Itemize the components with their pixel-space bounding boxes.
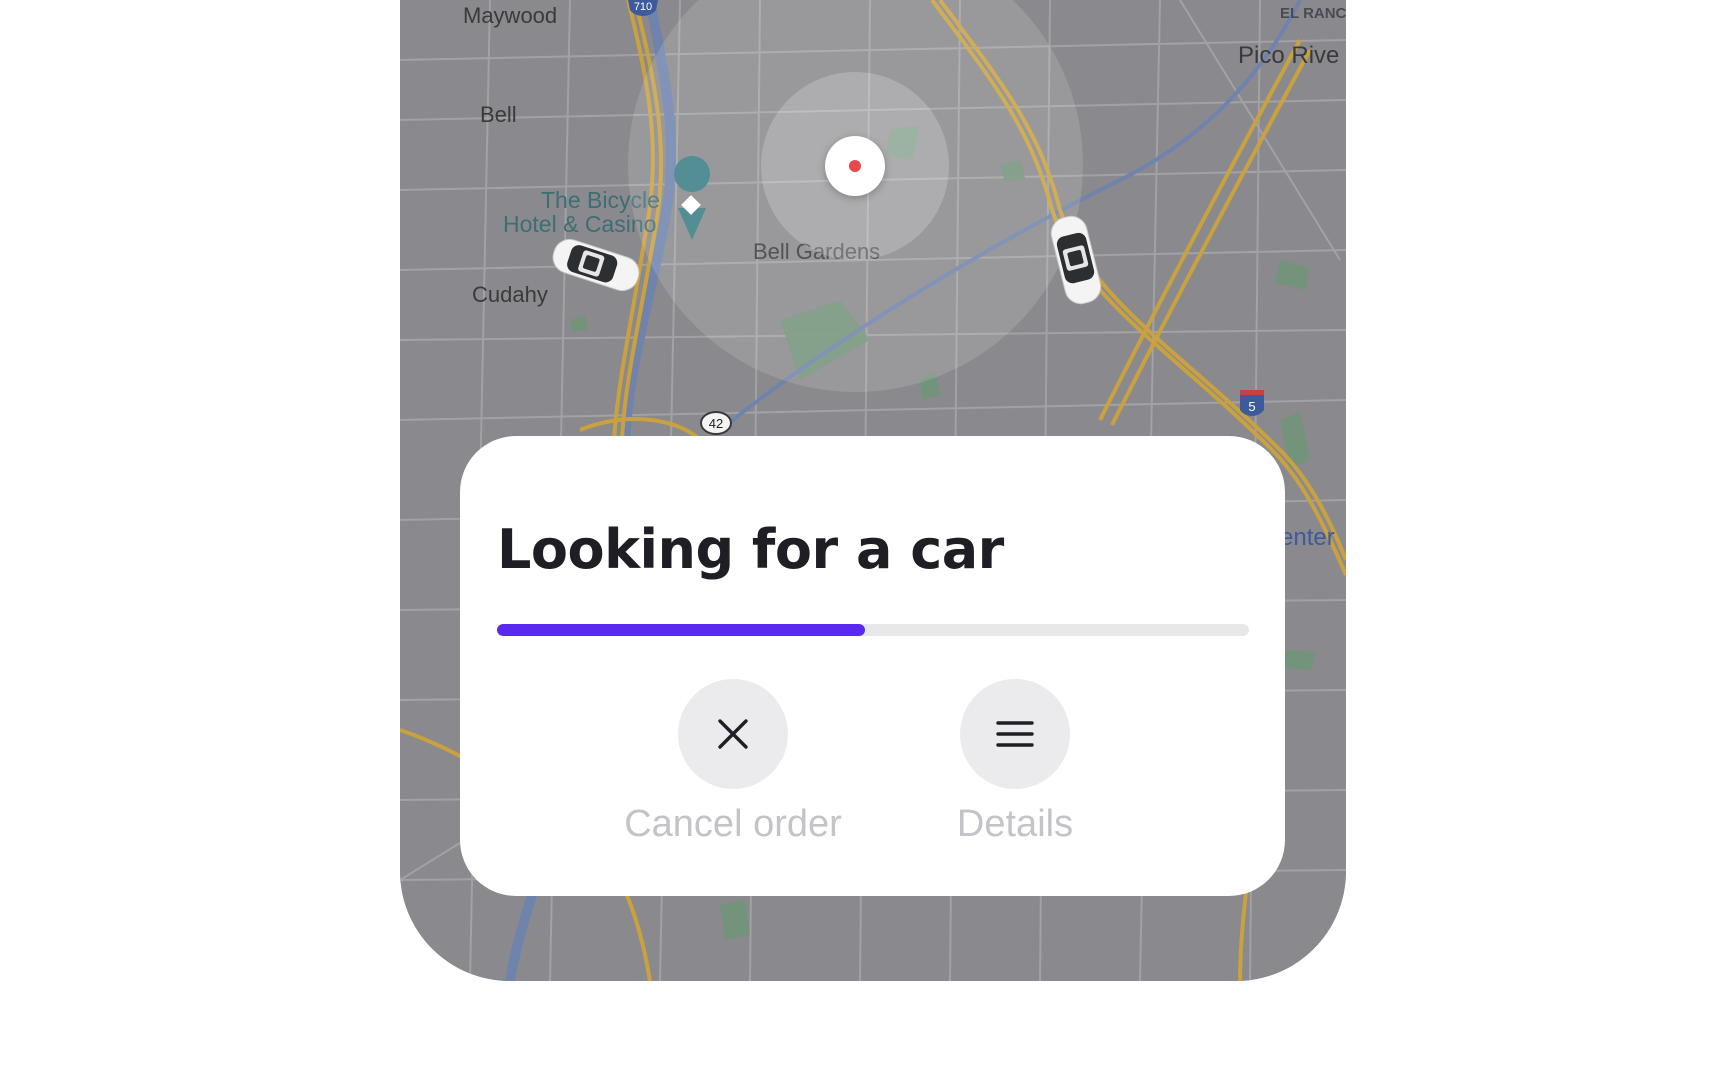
map-label-maywood: Maywood — [463, 3, 557, 28]
cancel-order-button[interactable] — [678, 679, 788, 789]
cancel-order-label[interactable]: Cancel order — [624, 803, 842, 846]
details-action[interactable]: Details — [895, 679, 1135, 846]
map-label-el-rancho: EL RANC — [1280, 5, 1346, 22]
map-label-bell: Bell — [480, 102, 517, 127]
search-progress-fill — [497, 624, 866, 636]
location-pin-icon[interactable] — [825, 136, 885, 196]
close-icon — [718, 719, 748, 749]
details-label[interactable]: Details — [957, 803, 1073, 846]
svg-text:5: 5 — [1248, 399, 1255, 414]
pin-dot — [849, 160, 861, 172]
sheet-title: Looking for a car — [497, 518, 1004, 581]
search-progress-bar — [497, 624, 1249, 636]
menu-icon — [996, 721, 1034, 747]
map-label-pico-rivera: Pico Rive — [1238, 42, 1339, 69]
details-button[interactable] — [960, 679, 1070, 789]
map-label-center: enter — [1280, 524, 1335, 551]
car-icon[interactable] — [1036, 210, 1116, 310]
search-status-sheet: Looking for a car Cancel order Details — [460, 436, 1285, 896]
i5-shield-icon: 5 — [1240, 390, 1264, 416]
car-icon[interactable] — [544, 232, 648, 298]
cancel-order-action[interactable]: Cancel order — [618, 679, 848, 846]
map-label-cudahy: Cudahy — [472, 282, 548, 307]
svg-text:42: 42 — [709, 416, 723, 431]
svg-text:710: 710 — [634, 1, 652, 13]
route42-shield-icon: 42 — [700, 411, 732, 435]
